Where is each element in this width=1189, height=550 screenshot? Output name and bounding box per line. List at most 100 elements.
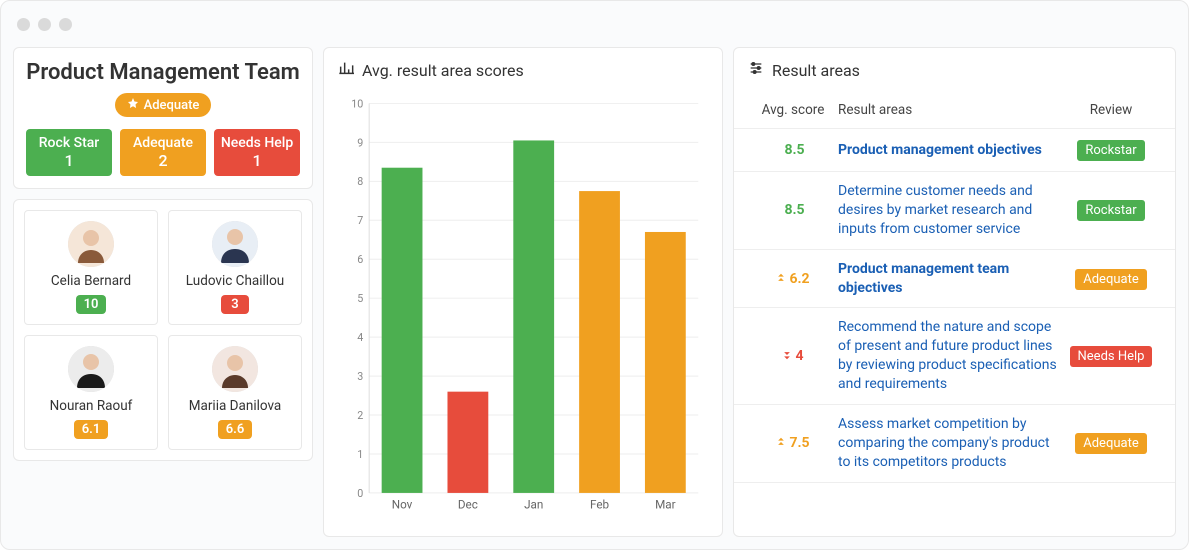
svg-text:Jan: Jan	[524, 498, 543, 512]
trend-up-icon	[776, 435, 786, 451]
svg-text:8: 8	[357, 175, 363, 188]
person-score: 3	[221, 295, 249, 314]
trend-down-icon	[782, 348, 792, 364]
col-area: Result areas	[838, 102, 1061, 118]
sliders-icon	[748, 60, 764, 80]
svg-text:2: 2	[357, 409, 363, 422]
status-label: Rock Star	[28, 135, 110, 151]
bar-chart-icon	[338, 60, 354, 80]
status-box-2[interactable]: Needs Help1	[214, 129, 300, 176]
star-icon	[127, 97, 139, 113]
svg-text:3: 3	[357, 370, 363, 383]
avatar	[68, 346, 114, 392]
svg-text:0: 0	[357, 487, 363, 500]
svg-text:5: 5	[357, 292, 363, 305]
person-score: 6.1	[74, 420, 109, 439]
window-dot-minimize[interactable]	[38, 18, 51, 31]
status-label: Adequate	[122, 135, 204, 151]
review-badge: Adequate	[1075, 269, 1146, 290]
bar-Nov[interactable]	[382, 168, 423, 493]
chart-title: Avg. result area scores	[362, 61, 524, 80]
status-count: 1	[28, 151, 110, 170]
trend-up-icon	[776, 271, 786, 287]
result-areas-header: Result areas	[734, 48, 1175, 92]
avatar	[68, 221, 114, 267]
table-header: Avg. score Result areas Review	[734, 92, 1175, 129]
person-name: Ludovic Chaillou	[186, 273, 284, 289]
person-name: Nouran Raouf	[50, 398, 133, 414]
row-score-value: 4	[795, 348, 803, 364]
review-badge: Rockstar	[1077, 140, 1144, 161]
chart-header: Avg. result area scores	[324, 48, 722, 92]
team-badge-label: Adequate	[144, 98, 200, 113]
table-row: 6.2 Product management team objectives A…	[734, 250, 1175, 309]
people-grid: Celia Bernard 10 Ludovic Chaillou 3 Nour…	[14, 200, 312, 460]
svg-text:6: 6	[357, 253, 363, 266]
row-area-link[interactable]: Assess market competition by comparing t…	[838, 415, 1061, 472]
bar-Dec[interactable]	[447, 392, 488, 493]
avatar	[212, 346, 258, 392]
row-score-value: 8.5	[784, 202, 804, 218]
review-badge: Rockstar	[1077, 200, 1144, 221]
svg-text:Dec: Dec	[458, 498, 478, 512]
person-card[interactable]: Nouran Raouf 6.1	[24, 335, 158, 450]
status-box-1[interactable]: Adequate2	[120, 129, 206, 176]
row-area-link[interactable]: Product management objectives	[838, 141, 1061, 160]
row-review: Adequate	[1061, 268, 1161, 290]
left-column: Product Management Team Adequate Rock St…	[13, 47, 313, 537]
row-review: Needs Help	[1061, 345, 1161, 367]
result-rows: 8.5 Product management objectives Rockst…	[734, 129, 1175, 483]
person-score: 10	[76, 295, 107, 314]
bar-Feb[interactable]	[579, 191, 620, 493]
window-dot-maximize[interactable]	[59, 18, 72, 31]
row-score: 7.5	[748, 435, 838, 451]
status-count: 2	[122, 151, 204, 170]
result-areas-card: Result areas Avg. score Result areas Rev…	[733, 47, 1176, 537]
svg-text:1: 1	[357, 448, 363, 461]
person-score: 6.6	[218, 420, 253, 439]
person-card[interactable]: Celia Bernard 10	[24, 210, 158, 325]
svg-text:Mar: Mar	[655, 498, 676, 512]
window-dot-close[interactable]	[17, 18, 30, 31]
person-name: Mariia Danilova	[189, 398, 282, 414]
person-name: Celia Bernard	[51, 273, 131, 289]
result-areas-title: Result areas	[772, 61, 860, 80]
table-row: 4 Recommend the nature and scope of pres…	[734, 308, 1175, 405]
chart-card: Avg. result area scores 012345678910NovD…	[323, 47, 723, 537]
svg-text:10: 10	[351, 97, 363, 110]
svg-text:4: 4	[357, 331, 363, 344]
team-badge-row: Adequate	[26, 93, 300, 117]
chart-area: 012345678910NovDecJanFebMar	[324, 92, 722, 532]
svg-text:7: 7	[357, 214, 363, 227]
bar-Mar[interactable]	[645, 232, 686, 493]
row-area-link[interactable]: Recommend the nature and scope of presen…	[838, 318, 1061, 394]
row-review: Rockstar	[1061, 199, 1161, 221]
team-status-badge: Adequate	[115, 93, 212, 117]
col-review: Review	[1061, 102, 1161, 118]
row-score: 4	[748, 348, 838, 364]
table-row: 7.5 Assess market competition by compari…	[734, 405, 1175, 483]
col-score: Avg. score	[748, 102, 838, 118]
review-badge: Needs Help	[1070, 346, 1153, 367]
people-card: Celia Bernard 10 Ludovic Chaillou 3 Nour…	[13, 199, 313, 461]
person-card[interactable]: Mariia Danilova 6.6	[168, 335, 302, 450]
team-card: Product Management Team Adequate Rock St…	[13, 47, 313, 189]
status-label: Needs Help	[216, 135, 298, 151]
person-card[interactable]: Ludovic Chaillou 3	[168, 210, 302, 325]
row-score-value: 8.5	[784, 142, 804, 158]
row-area-link[interactable]: Determine customer needs and desires by …	[838, 182, 1061, 239]
team-title: Product Management Team	[26, 60, 300, 85]
status-count: 1	[216, 151, 298, 170]
row-score: 6.2	[748, 271, 838, 287]
avatar	[212, 221, 258, 267]
panels: Product Management Team Adequate Rock St…	[1, 47, 1188, 549]
row-area-link[interactable]: Product management team objectives	[838, 260, 1061, 298]
window-controls	[1, 1, 1188, 47]
row-score: 8.5	[748, 202, 838, 218]
row-score: 8.5	[748, 142, 838, 158]
bar-Jan[interactable]	[513, 140, 554, 492]
svg-text:9: 9	[357, 136, 363, 149]
row-review: Rockstar	[1061, 139, 1161, 161]
row-score-value: 6.2	[789, 271, 809, 287]
status-box-0[interactable]: Rock Star1	[26, 129, 112, 176]
